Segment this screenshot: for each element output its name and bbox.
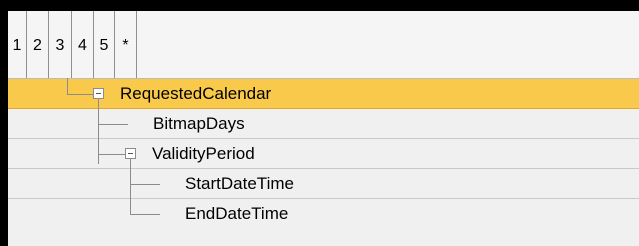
tree-connector-line	[130, 214, 160, 215]
level-tab-1[interactable]: 1	[8, 11, 27, 78]
tree-connector-line	[67, 94, 93, 95]
level-tab-label: 1	[12, 36, 22, 54]
level-tab-label: *	[122, 36, 129, 54]
level-tab-all[interactable]: *	[115, 11, 137, 78]
tree-node-label: BitmapDays	[153, 114, 245, 133]
level-tab-3[interactable]: 3	[49, 11, 72, 78]
tree-node-label: EndDateTime	[185, 204, 289, 223]
tree-panel: 1 2 3 4 5 * RequestedCalendar BitmapDays…	[0, 0, 639, 246]
tree-node-label: ValidityPeriod	[152, 144, 255, 163]
tree-row-requested-calendar[interactable]: RequestedCalendar	[8, 79, 639, 109]
level-selector-bar: 1 2 3 4 5 *	[8, 11, 639, 79]
level-tab-label: 3	[55, 36, 65, 54]
level-tab-4[interactable]: 4	[72, 11, 94, 78]
tree-node-label: StartDateTime	[185, 174, 294, 193]
level-tab-label: 2	[33, 36, 42, 54]
level-tab-label: 4	[78, 36, 87, 54]
tree-row-end-date-time[interactable]: EndDateTime	[8, 199, 639, 246]
tree-connector-line	[67, 78, 68, 94]
tree-connector-line	[98, 124, 128, 125]
tree-node-label: RequestedCalendar	[120, 84, 272, 103]
collapse-minus-icon[interactable]	[93, 88, 104, 99]
tree-connector-line	[130, 184, 160, 185]
tree-connector-line	[98, 154, 125, 155]
tree-connector-line	[130, 159, 131, 214]
collapse-minus-icon[interactable]	[125, 148, 136, 159]
tree-row-start-date-time[interactable]: StartDateTime	[8, 169, 639, 199]
level-tab-5[interactable]: 5	[94, 11, 115, 78]
level-tab-2[interactable]: 2	[27, 11, 49, 78]
level-tab-label: 5	[99, 36, 109, 54]
